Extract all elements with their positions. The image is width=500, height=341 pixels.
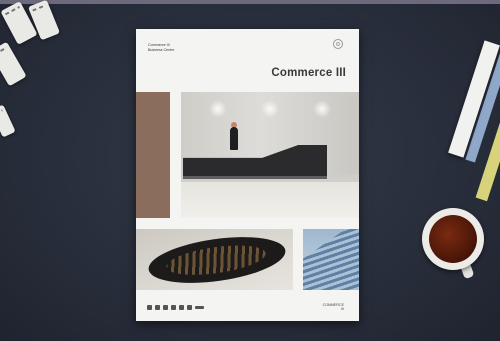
receptionist (230, 127, 238, 150)
sculpture (145, 229, 289, 290)
footer-line-2: III (341, 307, 344, 312)
square-icon (163, 305, 168, 310)
square-icon (155, 305, 160, 310)
footer-brand: COMMERCE III (323, 303, 344, 312)
coffee-cup (422, 208, 486, 280)
square-icon (171, 305, 176, 310)
dash-icon (195, 306, 204, 309)
brochure: Commerce III Business Centre Commerce II… (136, 29, 359, 321)
logo-icon (333, 39, 343, 49)
header-line-2: Business Centre (148, 47, 175, 52)
square-icon (187, 305, 192, 310)
paper-roll (0, 104, 16, 138)
reception-desk-edge (183, 176, 327, 179)
top-edge-strip (0, 0, 500, 4)
building-facade (303, 229, 359, 290)
brochure-header: Commerce III Business Centre (148, 43, 174, 52)
square-icon (179, 305, 184, 310)
ceiling-light (313, 100, 331, 118)
coffee (429, 215, 477, 263)
brochure-title: Commerce III (271, 67, 346, 79)
building-photo (303, 229, 359, 290)
ceiling-light (261, 100, 279, 118)
paper-roll (0, 41, 27, 87)
lobby-floor (181, 182, 359, 218)
square-icon (147, 305, 152, 310)
ceiling-light (209, 100, 227, 118)
rolled-papers (0, 0, 66, 140)
lobby-photo (181, 92, 359, 218)
sculpture-photo (136, 229, 293, 290)
book-stack (448, 34, 500, 202)
brown-color-panel (136, 92, 170, 218)
footer-icons (147, 305, 204, 310)
